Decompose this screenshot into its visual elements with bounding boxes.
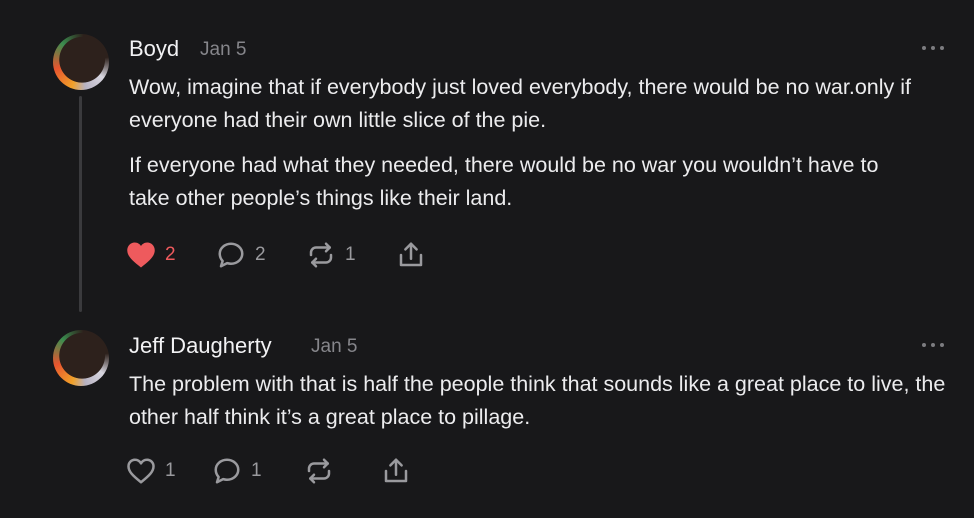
- reply-button[interactable]: 1: [212, 456, 262, 486]
- comment-paragraph: If everyone had what they needed, there …: [129, 153, 879, 210]
- restack-count: 1: [345, 244, 356, 265]
- more-options-icon[interactable]: [922, 342, 944, 348]
- heart-filled-icon: [126, 241, 156, 269]
- like-button[interactable]: 2: [126, 240, 176, 270]
- share-upload-icon: [396, 240, 426, 270]
- reply-button[interactable]: 2: [216, 240, 266, 270]
- comment-author[interactable]: Jeff Daugherty: [129, 333, 272, 359]
- restack-arrows-icon: [306, 240, 336, 270]
- restack-arrows-icon: [304, 456, 334, 486]
- more-options-icon[interactable]: [922, 45, 944, 51]
- share-button[interactable]: [396, 240, 426, 270]
- comment-author[interactable]: Boyd: [129, 36, 179, 62]
- like-button[interactable]: 1: [126, 456, 176, 486]
- avatar[interactable]: [53, 34, 109, 90]
- reply-count: 2: [255, 244, 266, 265]
- avatar[interactable]: [53, 330, 109, 386]
- restack-button[interactable]: [304, 456, 334, 486]
- speech-bubble-icon: [216, 240, 246, 270]
- comment-paragraph: The problem with that is half the people…: [129, 372, 946, 429]
- share-upload-icon: [381, 456, 411, 486]
- restack-button[interactable]: 1: [306, 240, 356, 270]
- comment-date[interactable]: Jan 5: [311, 336, 357, 358]
- like-count: 2: [165, 244, 176, 265]
- comment-body: The problem with that is half the people…: [129, 368, 945, 434]
- comment-body: Wow, imagine that if everybody just love…: [129, 71, 929, 215]
- comment-paragraph: Wow, imagine that if everybody just love…: [129, 75, 911, 132]
- heart-outline-icon: [126, 457, 156, 485]
- reply-count: 1: [251, 460, 262, 481]
- comment-date[interactable]: Jan 5: [200, 39, 246, 61]
- thread-line: [79, 96, 82, 312]
- like-count: 1: [165, 460, 176, 481]
- share-button[interactable]: [381, 456, 411, 486]
- comment-thread: Boyd Jan 5 Wow, imagine that if everybod…: [0, 0, 974, 518]
- speech-bubble-icon: [212, 456, 242, 486]
